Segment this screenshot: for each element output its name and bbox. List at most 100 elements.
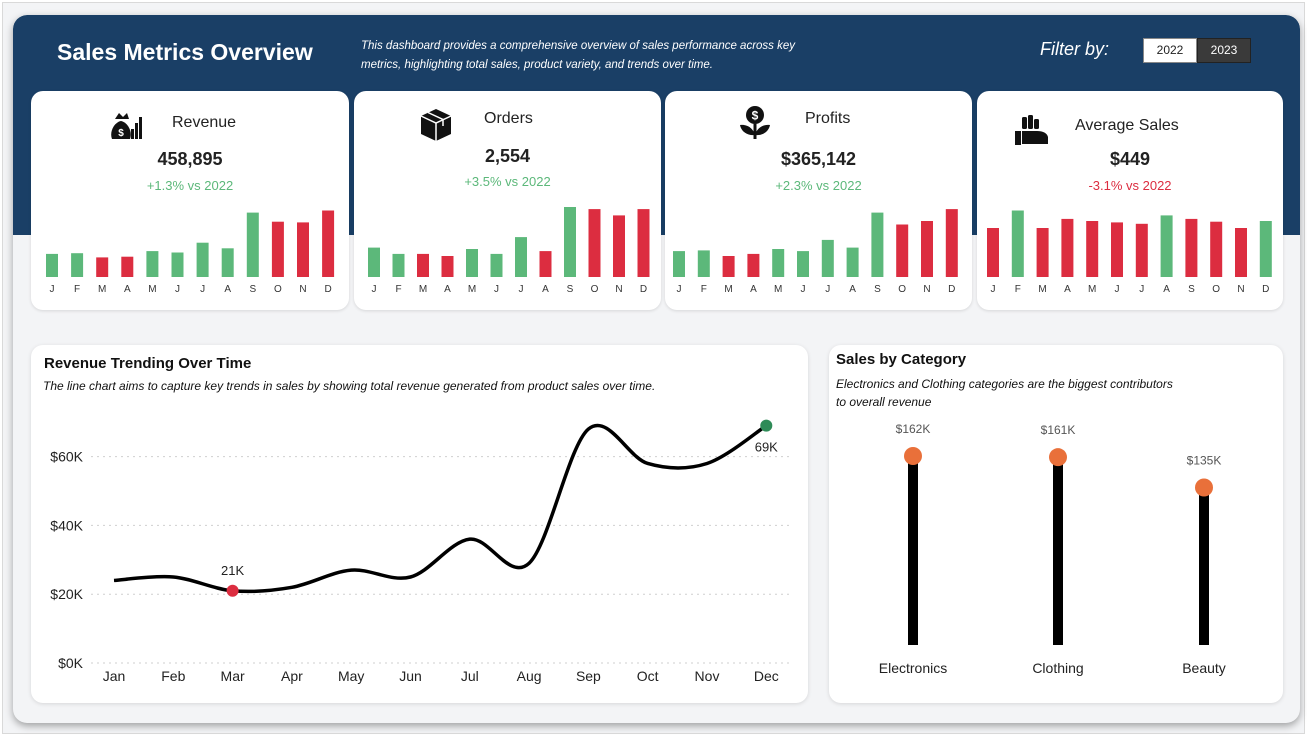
profits-bar-chart: JFMAMJJASOND	[673, 209, 958, 295]
bar-J	[515, 237, 527, 277]
tick-label: J	[175, 284, 180, 295]
tick-label: O	[1212, 284, 1220, 295]
bar-D	[945, 209, 958, 277]
revenue-line	[113, 423, 768, 594]
bar-A	[121, 256, 134, 277]
tick-label: M	[148, 284, 156, 295]
max-label: 69K	[755, 440, 778, 455]
y-tick-label: $40K	[50, 517, 83, 533]
tick-label: S	[874, 284, 881, 295]
revenue-bar-chart: JFMAMJJASOND	[46, 210, 335, 295]
dashboard-canvas: Sales Metrics Overview This dashboard pr…	[13, 15, 1300, 723]
bar-A	[221, 248, 234, 277]
x-tick-label: Nov	[695, 668, 720, 684]
lollipop-stem	[908, 456, 918, 645]
revenue-line-chart: $0K $20K $40K $60K Jan Feb Mar Apr May Jun Jul Aug S…	[50, 419, 791, 684]
bar-D	[1259, 221, 1272, 277]
tick-label: J	[519, 284, 524, 295]
filter-label: Filter by:	[1040, 39, 1110, 59]
bar-J	[171, 252, 184, 277]
lollipop-head	[1195, 478, 1213, 497]
bar-J	[987, 228, 999, 277]
tick-label: O	[898, 284, 906, 295]
sales-by-category-panel: Sales by Category Electronics and Clothi…	[829, 345, 1283, 703]
lollipop-stem	[1053, 457, 1063, 645]
tick-label: A	[1163, 284, 1170, 295]
x-tick-label: Jan	[103, 668, 126, 684]
bar-O	[1210, 221, 1223, 277]
bar-F	[71, 253, 84, 277]
bar-J	[821, 239, 834, 277]
tick-label: F	[395, 284, 401, 295]
tick-label: M	[419, 284, 427, 295]
category-lollipop-chart: $162K Electronics $161K Clothing $135K Beauty	[879, 422, 1226, 676]
x-tick-label: Jun	[399, 668, 422, 684]
bar-A	[1061, 218, 1074, 277]
tick-label: F	[1015, 284, 1021, 295]
year-filter-2023[interactable]: 2023	[1197, 38, 1251, 63]
tick-label: O	[591, 284, 599, 295]
bar-M	[146, 251, 159, 277]
value-label: $162K	[896, 422, 931, 436]
year-filter-2022[interactable]: 2022	[1143, 38, 1197, 63]
bar-N	[297, 222, 309, 277]
bar-D	[322, 210, 335, 277]
category-label: Electronics	[879, 660, 947, 676]
bar-N	[613, 215, 625, 277]
bar-J	[673, 251, 685, 277]
tick-label: D	[948, 284, 955, 295]
tick-label: D	[1262, 284, 1269, 295]
max-point	[760, 419, 773, 432]
bar-O	[896, 224, 909, 277]
tick-label: S	[1188, 284, 1195, 295]
bar-N	[921, 221, 933, 277]
y-tick-label: $60K	[50, 449, 83, 465]
bar-F	[1011, 210, 1024, 277]
bar-M	[722, 256, 735, 277]
bar-M	[466, 249, 478, 277]
page-description: This dashboard provides a comprehensive …	[361, 40, 796, 71]
x-tick-label: May	[338, 668, 364, 684]
tick-label: J	[200, 284, 205, 295]
bar-O	[588, 209, 601, 277]
bar-A	[846, 247, 859, 277]
tick-label: J	[1115, 284, 1120, 295]
tick-label: A	[224, 284, 231, 295]
tick-label: S	[567, 284, 574, 295]
x-tick-label: Dec	[754, 668, 779, 684]
bar-S	[871, 212, 884, 277]
tick-label: M	[724, 284, 732, 295]
bar-J	[1111, 222, 1123, 277]
tick-label: A	[124, 284, 131, 295]
bar-A	[1160, 215, 1173, 277]
kpi-card-average-sales: Average Sales $449 -3.1% vs 2022 JFMAMJJ…	[977, 91, 1283, 310]
page-title: Sales Metrics Overview	[57, 39, 313, 65]
tick-label: M	[98, 284, 106, 295]
tick-label: N	[299, 284, 306, 295]
min-point	[226, 584, 239, 597]
bar-O	[271, 221, 284, 277]
kpi-card-profits: $ Profits $365,142 +2.3% vs 2022 JFMAMJJ…	[665, 91, 972, 310]
bar-M	[1086, 221, 1099, 277]
tick-label: F	[701, 284, 707, 295]
tick-label: A	[1064, 284, 1071, 295]
bar-F	[697, 250, 710, 277]
bar-J	[797, 251, 809, 277]
tick-label: J	[494, 284, 499, 295]
tick-label: F	[74, 284, 80, 295]
tick-label: J	[825, 284, 830, 295]
x-tick-label: Oct	[637, 668, 659, 684]
bar-S	[246, 212, 259, 277]
min-label: 21K	[221, 563, 244, 578]
bar-S	[564, 207, 576, 277]
tick-label: M	[1088, 284, 1096, 295]
y-tick-label: $0K	[58, 655, 84, 671]
tick-label: D	[324, 284, 331, 295]
tick-label: A	[750, 284, 757, 295]
bar-A	[441, 256, 454, 277]
tick-label: A	[849, 284, 856, 295]
x-tick-label: Feb	[161, 668, 185, 684]
value-label: $135K	[1187, 454, 1222, 468]
x-tick-label: Aug	[517, 668, 542, 684]
tick-label: N	[615, 284, 622, 295]
